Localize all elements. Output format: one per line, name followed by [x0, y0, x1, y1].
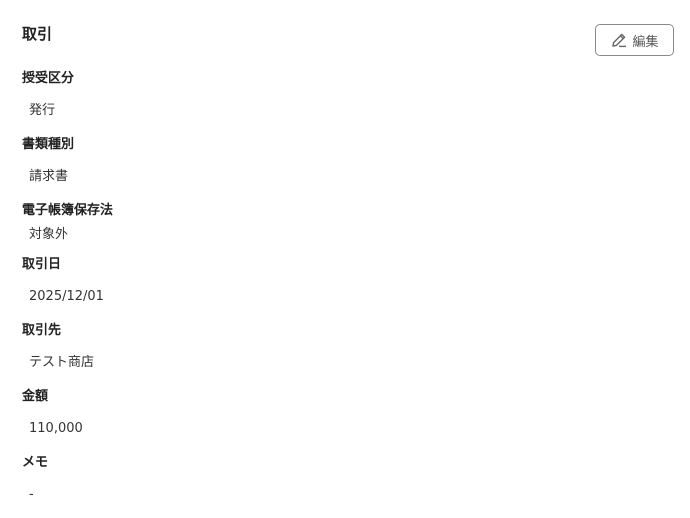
field-value-amount: 110,000: [29, 421, 83, 436]
edit-button-label: 編集: [632, 34, 659, 50]
field-label-exchange-type: 授受区分: [22, 71, 75, 86]
field-value-exchange-type: 発行: [29, 103, 56, 118]
field-value-document-type: 請求書: [29, 169, 69, 184]
field-label-e-book-law: 電子帳簿保存法: [22, 203, 114, 218]
field-label-counterparty: 取引先: [22, 323, 62, 338]
edit-button[interactable]: 編集: [595, 24, 674, 56]
transaction-panel: 取引 編集 授受区分 発行 書類種別 請求書 電子帳簿保存法 対象外 取引日 2…: [0, 0, 690, 518]
field-value-transaction-date: 2025/12/01: [29, 289, 104, 304]
field-value-counterparty: テスト商店: [29, 355, 95, 370]
field-value-e-book-law: 対象外: [29, 227, 69, 242]
pencil-icon: [610, 31, 628, 49]
field-label-document-type: 書類種別: [22, 137, 75, 152]
field-value-memo: -: [29, 487, 34, 502]
field-label-transaction-date: 取引日: [22, 257, 62, 272]
field-label-amount: 金額: [22, 389, 49, 404]
panel-title: 取引: [22, 25, 53, 43]
field-label-memo: メモ: [22, 455, 49, 470]
